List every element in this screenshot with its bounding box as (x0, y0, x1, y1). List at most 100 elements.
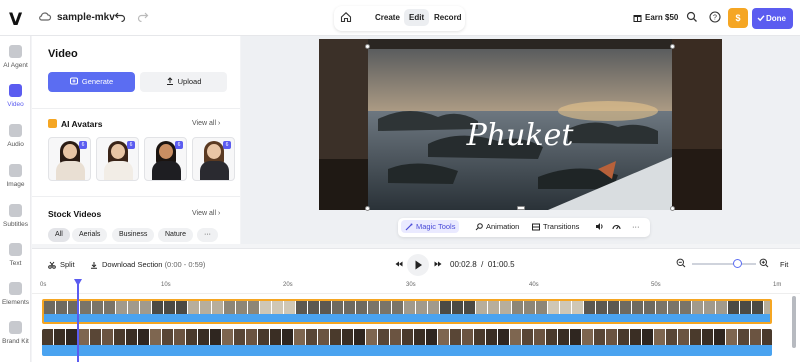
upload-icon (166, 77, 173, 85)
divider (32, 196, 240, 197)
stock-videos-title: Stock Videos (48, 209, 102, 219)
avatars-view-all-link[interactable]: View all › (192, 120, 220, 127)
rail-item-subtitles[interactable]: Subtitles (0, 204, 31, 228)
resize-handle[interactable] (517, 206, 525, 210)
avatar-body (200, 161, 229, 180)
animation-button[interactable]: Animation (475, 222, 519, 231)
redo-icon[interactable] (137, 10, 149, 25)
preview-stage: Phuket (241, 36, 800, 244)
video-icon (9, 84, 22, 97)
avatar-card[interactable]: 6 (96, 137, 139, 181)
stock-view-all-link[interactable]: View all › (192, 210, 220, 217)
rail-label: Elements (1, 299, 30, 306)
avatar-tag: 6 (127, 141, 135, 149)
play-button[interactable] (407, 254, 429, 276)
avatar-face (207, 144, 221, 159)
plus-icon (9, 45, 22, 58)
chip-all[interactable]: All (48, 228, 70, 242)
earn-button[interactable]: Earn $50 (633, 13, 678, 22)
video-track-1[interactable] (42, 299, 772, 324)
video-frame-image: Phuket (368, 49, 672, 210)
transitions-label: Transitions (543, 222, 580, 231)
speed-icon[interactable] (612, 222, 624, 231)
fit-button[interactable]: Fit (780, 260, 788, 269)
chip-aerials[interactable]: Aerials (72, 228, 108, 242)
resize-handle[interactable] (365, 44, 370, 49)
avatar-badge-icon (48, 119, 57, 128)
credits-button[interactable]: $ (728, 8, 748, 28)
resize-handle[interactable] (670, 44, 675, 49)
generate-button[interactable]: Generate (48, 72, 135, 92)
time-display: 00:02.8 / 01:00.5 (450, 260, 515, 269)
avatar-card[interactable]: 6 (144, 137, 187, 181)
animation-label: Animation (486, 222, 520, 231)
panel-title: Video (48, 48, 78, 60)
image-icon (9, 164, 22, 177)
upload-button[interactable]: Upload (140, 72, 227, 92)
zoom-out-icon[interactable] (676, 258, 690, 268)
magic-wand-icon (405, 223, 413, 231)
home-icon[interactable] (340, 11, 354, 25)
mode-record[interactable]: Record (434, 13, 462, 22)
track-1-thumbnails (44, 301, 770, 322)
ruler-tick: 30s (406, 282, 416, 288)
rail-item-image[interactable]: Image (0, 164, 31, 188)
ai-avatars-title: AI Avatars (48, 119, 102, 129)
ruler-tick: 10s (161, 282, 171, 288)
chip-business[interactable]: Business (112, 228, 155, 242)
upload-label: Upload (177, 77, 202, 86)
play-icon (415, 260, 422, 270)
volume-icon[interactable] (595, 222, 607, 231)
rail-item-audio[interactable]: Audio (0, 124, 31, 148)
skip-forward-icon[interactable] (434, 259, 446, 268)
download-section-button[interactable]: Download Section (0:00 - 0:59) (90, 260, 205, 269)
split-button[interactable]: Split (48, 260, 75, 269)
check-icon (757, 15, 765, 22)
left-rail: AI Agent Video Audio Image Subtitles Tex… (0, 36, 31, 362)
search-icon[interactable] (686, 11, 700, 25)
download-range: (0:00 - 0:59) (164, 260, 206, 269)
rail-item-text[interactable]: Text (0, 243, 31, 267)
view-all-label: View all (192, 210, 216, 217)
zoom-in-icon[interactable] (759, 258, 773, 268)
rail-item-ai-agent[interactable]: AI Agent (0, 45, 31, 69)
app-logo[interactable]: V (9, 10, 22, 30)
playhead-handle[interactable] (74, 279, 82, 286)
video-track-2[interactable] (42, 329, 772, 356)
rail-label: Subtitles (3, 221, 28, 228)
video-preview[interactable]: Phuket (319, 39, 722, 210)
chips-more-button[interactable]: ··· (197, 228, 218, 242)
rail-item-brand-kit[interactable]: Brand Kit (0, 321, 31, 345)
mode-create[interactable]: Create (375, 13, 400, 22)
rail-item-video[interactable]: Video (0, 84, 31, 108)
undo-icon[interactable] (114, 10, 126, 25)
done-button[interactable]: Done (752, 8, 793, 29)
avatar-card[interactable]: 6 (192, 137, 235, 181)
more-tools-button[interactable]: ··· (632, 222, 640, 231)
chip-nature[interactable]: Nature (158, 228, 194, 242)
current-time: 00:02.8 (450, 260, 477, 269)
avatar-card[interactable]: 6 (48, 137, 91, 181)
elements-icon (9, 282, 22, 295)
text-icon (9, 243, 22, 256)
help-icon[interactable]: ? (709, 11, 723, 25)
project-name[interactable]: sample-mkv (57, 12, 115, 23)
scissors-icon (48, 261, 56, 269)
avatar-body (104, 161, 133, 180)
resize-handle[interactable] (365, 206, 370, 211)
zoom-slider-handle[interactable] (733, 259, 743, 268)
resize-handle[interactable] (670, 206, 675, 211)
mode-switcher: Create Edit Record (334, 6, 465, 31)
skip-back-icon[interactable] (395, 259, 407, 268)
zoom-slider-track[interactable] (692, 263, 756, 265)
magic-tools-button[interactable]: Magic Tools (401, 220, 460, 233)
transitions-icon (532, 223, 540, 231)
time-separator: / (481, 260, 484, 269)
timeline-scrollbar[interactable] (792, 296, 796, 348)
avatar-face (159, 144, 173, 159)
video-title-overlay[interactable]: Phuket (466, 118, 575, 153)
rail-item-elements[interactable]: Elements (0, 282, 31, 306)
playhead[interactable] (77, 280, 79, 362)
transitions-button[interactable]: Transitions (532, 222, 579, 231)
mode-edit[interactable]: Edit (404, 9, 430, 26)
